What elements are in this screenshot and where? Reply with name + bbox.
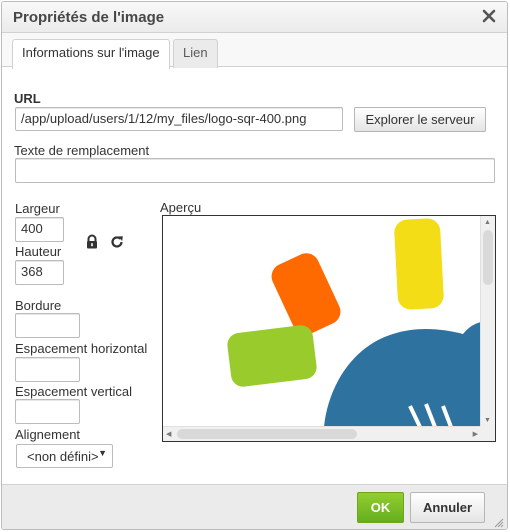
close-icon[interactable] — [481, 8, 497, 24]
vspace-input[interactable] — [15, 399, 80, 424]
logo-orange-ray — [271, 253, 341, 335]
ok-button[interactable]: OK — [357, 492, 404, 523]
hspace-input[interactable] — [15, 357, 80, 382]
align-label: Alignement — [15, 427, 81, 442]
url-input[interactable]: /app/upload/users/1/12/my_files/logo-sqr… — [15, 107, 343, 131]
width-label: Largeur — [15, 201, 60, 216]
image-properties-dialog: Propriétés de l'image Informations sur l… — [1, 1, 508, 530]
height-input[interactable]: 368 — [15, 260, 64, 285]
logo-yellow-ray — [394, 218, 444, 310]
preview-horizontal-scroll-thumb[interactable] — [177, 429, 357, 439]
dialog-footer: OK Annuler — [2, 484, 507, 529]
border-input[interactable] — [15, 313, 80, 338]
height-label: Hauteur — [15, 244, 62, 259]
chevron-down-icon: ▼ — [98, 448, 107, 458]
resize-grip-glyph — [494, 518, 504, 528]
alt-text-input[interactable] — [15, 158, 495, 183]
resize-grip-icon[interactable] — [494, 516, 504, 528]
reset-size-icon[interactable] — [109, 234, 125, 250]
scroll-right-icon[interactable]: ▶ — [473, 430, 478, 438]
preview-label: Aperçu — [160, 200, 202, 215]
align-select[interactable]: <non défini> ▼ — [16, 444, 113, 468]
preview-vertical-scroll-thumb[interactable] — [483, 230, 493, 285]
tab-strip: Informations sur l'image Lien — [2, 33, 507, 69]
preview-vertical-scrollbar[interactable]: ▲ ▼ — [480, 216, 495, 427]
logo-green-ray — [227, 325, 317, 387]
preview-logo-image — [227, 218, 481, 427]
dialog-title: Propriétés de l'image — [13, 9, 165, 26]
hspace-label: Espacement horizontal — [15, 341, 148, 356]
scroll-left-icon[interactable]: ◀ — [166, 430, 171, 438]
reset-size-icon-glyph — [111, 236, 123, 248]
preview-horizontal-scrollbar[interactable]: ◀ ▶ — [163, 426, 481, 441]
tab-image-info[interactable]: Informations sur l'image — [12, 39, 170, 69]
close-icon-glyph — [482, 9, 496, 23]
alt-text-label: Texte de remplacement — [14, 143, 150, 158]
cancel-button[interactable]: Annuler — [410, 492, 485, 523]
logo-blue-body — [324, 322, 481, 427]
dialog-titlebar[interactable]: Propriétés de l'image — [2, 2, 507, 33]
vspace-label: Espacement vertical — [15, 384, 133, 399]
scroll-up-icon[interactable]: ▲ — [484, 219, 491, 226]
browse-server-button[interactable]: Explorer le serveur — [354, 107, 486, 132]
lock-icon[interactable] — [84, 234, 100, 250]
width-input[interactable]: 400 — [15, 217, 64, 242]
preview-pane: ▲ ▼ ◀ ▶ — [162, 215, 496, 442]
align-select-value: <non défini> — [27, 449, 99, 464]
border-label: Bordure — [15, 298, 62, 313]
scroll-corner — [480, 426, 495, 441]
lock-icon-glyph — [87, 234, 97, 249]
scroll-down-icon[interactable]: ▼ — [484, 417, 491, 424]
url-label: URL — [14, 91, 41, 106]
tab-link[interactable]: Lien — [173, 39, 218, 68]
